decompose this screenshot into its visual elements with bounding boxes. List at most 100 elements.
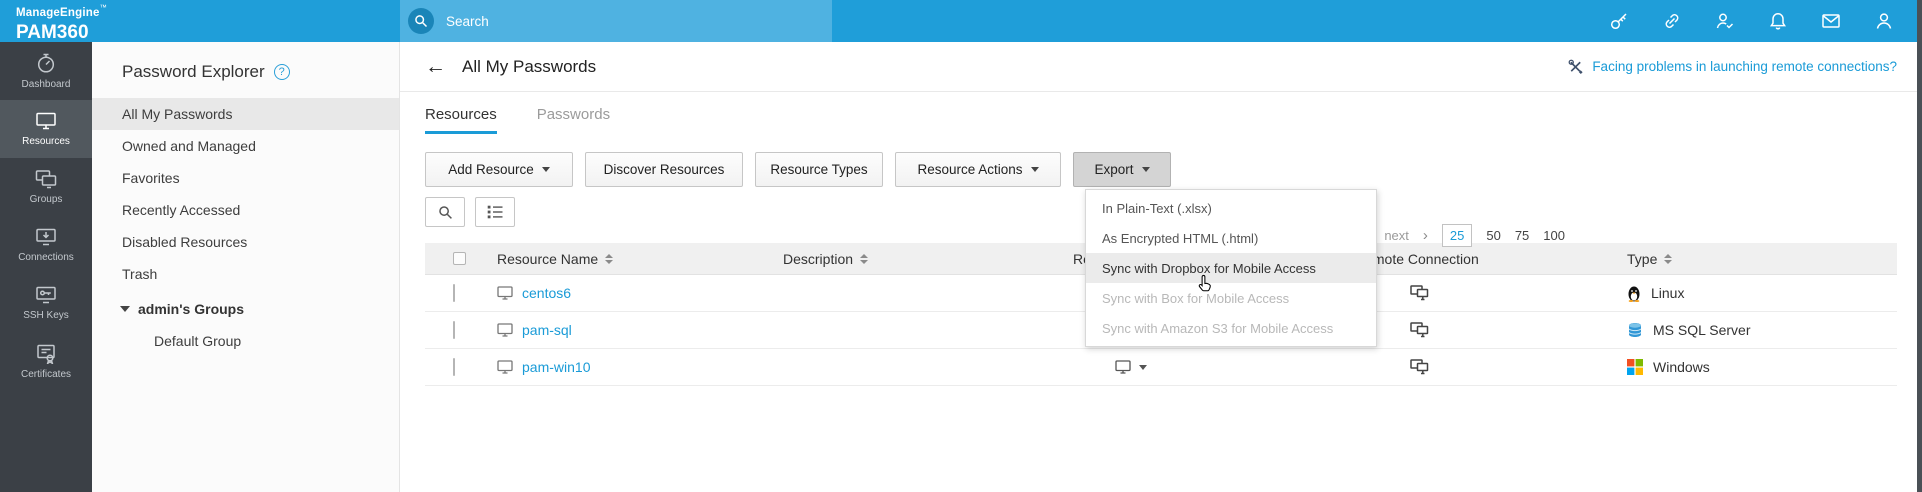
explorer-item-disabled-resources[interactable]: Disabled Resources: [92, 226, 399, 258]
monitor-icon: [497, 286, 513, 300]
topbar: ManageEngine™ PAM360 Search: [0, 0, 1922, 42]
tab-bar: Resources Passwords: [425, 106, 1897, 134]
global-search-input[interactable]: Search: [400, 0, 832, 42]
gauge-icon: [35, 52, 57, 74]
remote-connection-cell: [1355, 285, 1605, 301]
row-checkbox[interactable]: [453, 358, 455, 376]
sidebar-item-ssh-keys[interactable]: SSH Keys: [0, 274, 92, 332]
sort-arrows-icon[interactable]: [605, 254, 613, 264]
resource-name-cell: pam-win10: [483, 359, 775, 375]
page-size-50[interactable]: 50: [1486, 228, 1500, 243]
sort-arrows-icon[interactable]: [1664, 254, 1672, 264]
sidebar-item-groups[interactable]: Groups: [0, 158, 92, 216]
chevron-down-icon[interactable]: [1139, 365, 1147, 370]
resource-link[interactable]: pam-win10: [522, 359, 590, 375]
resource-types-button[interactable]: Resource Types: [755, 152, 883, 187]
resource-types-label: Resource Types: [770, 162, 867, 177]
remote-connection-icon[interactable]: [1410, 322, 1429, 338]
explorer-group-label: admin's Groups: [138, 301, 244, 317]
remote-connection-icon[interactable]: [1410, 285, 1429, 301]
sidebar-item-certificates[interactable]: Certificates: [0, 332, 92, 390]
type-label: MS SQL Server: [1653, 322, 1751, 338]
select-all-cell: [425, 252, 483, 265]
sidebar-item-dashboard[interactable]: Dashboard: [0, 42, 92, 100]
tab-resources[interactable]: Resources: [425, 106, 497, 134]
scrollbar[interactable]: [1917, 0, 1922, 492]
explorer-group-admins-groups[interactable]: admin's Groups: [92, 290, 399, 325]
select-all-checkbox[interactable]: [453, 252, 466, 265]
menu-item-sync-dropbox[interactable]: Sync with Dropbox for Mobile Access: [1086, 253, 1376, 283]
header-type[interactable]: Type: [1605, 251, 1897, 267]
resource-link[interactable]: centos6: [522, 285, 571, 301]
content: Resources Passwords Add Resource Discove…: [400, 92, 1922, 386]
type-cell: MS SQL Server: [1605, 322, 1897, 338]
export-dropdown-menu: In Plain-Text (.xlsx) As Encrypted HTML …: [1085, 189, 1377, 347]
next-chevron-icon[interactable]: ›: [1423, 227, 1428, 244]
header-description[interactable]: Description: [775, 251, 1071, 267]
menu-item-encrypted-html[interactable]: As Encrypted HTML (.html): [1086, 223, 1376, 253]
trademark: ™: [100, 5, 107, 12]
explorer-item-owned-and-managed[interactable]: Owned and Managed: [92, 130, 399, 162]
key-icon[interactable]: [1609, 11, 1629, 31]
chevron-down-icon: [1142, 167, 1150, 172]
remoteapp-monitor-icon[interactable]: [1115, 360, 1131, 374]
export-button[interactable]: Export: [1073, 152, 1171, 187]
monitor-icon: [497, 360, 513, 374]
bell-icon[interactable]: [1768, 11, 1788, 31]
sidebar-item-label: SSH Keys: [23, 310, 69, 321]
sidebar-item-connections[interactable]: Connections: [0, 216, 92, 274]
brand-logo[interactable]: ManageEngine™ PAM360: [16, 4, 107, 42]
explorer-item-trash[interactable]: Trash: [92, 258, 399, 290]
menu-item-plain-text-xlsx[interactable]: In Plain-Text (.xlsx): [1086, 193, 1376, 223]
remote-connection-icon[interactable]: [1410, 359, 1429, 375]
search-icon[interactable]: [408, 8, 434, 34]
help-icon[interactable]: ?: [274, 64, 290, 80]
discover-resources-label: Discover Resources: [604, 162, 725, 177]
remoteapp-cell: [1071, 360, 1355, 374]
sidebar-item-label: Certificates: [21, 369, 71, 380]
user-check-icon[interactable]: [1715, 11, 1735, 31]
header-label: Resource Name: [497, 251, 598, 267]
connection-monitor-icon: [35, 227, 57, 247]
row-checkbox[interactable]: [453, 321, 455, 339]
explorer-item-default-group[interactable]: Default Group: [92, 325, 399, 357]
mail-icon[interactable]: [1821, 11, 1841, 31]
discover-resources-button[interactable]: Discover Resources: [585, 152, 743, 187]
explorer-item-all-my-passwords[interactable]: All My Passwords: [92, 98, 399, 130]
header-resource-name[interactable]: Resource Name: [483, 251, 775, 267]
brand-product: PAM360: [16, 23, 107, 42]
link-icon[interactable]: [1662, 11, 1682, 31]
resource-link[interactable]: pam-sql: [522, 322, 572, 338]
expand-triangle-icon: [120, 306, 130, 312]
list-icon: [487, 205, 503, 219]
menu-item-sync-box: Sync with Box for Mobile Access: [1086, 283, 1376, 313]
help-link-label: Facing problems in launching remote conn…: [1592, 59, 1897, 74]
brand-company: ManageEngine: [16, 7, 100, 19]
type-label: Windows: [1653, 359, 1710, 375]
user-profile-icon[interactable]: [1874, 11, 1894, 31]
toolbar: Add Resource Discover Resources Resource…: [425, 152, 1897, 187]
next-button[interactable]: next: [1384, 228, 1409, 243]
type-cell: Windows: [1605, 359, 1897, 375]
resource-actions-label: Resource Actions: [917, 162, 1022, 177]
remote-connection-cell: [1355, 359, 1605, 375]
resource-actions-button[interactable]: Resource Actions: [895, 152, 1061, 187]
column-list-button[interactable]: [475, 197, 515, 227]
back-arrow-icon[interactable]: ←: [425, 56, 446, 77]
table-search-button[interactable]: [425, 197, 465, 227]
page-size-100[interactable]: 100: [1543, 228, 1565, 243]
explorer-item-favorites[interactable]: Favorites: [92, 162, 399, 194]
explorer-item-recently-accessed[interactable]: Recently Accessed: [92, 194, 399, 226]
sort-arrows-icon[interactable]: [860, 254, 868, 264]
row-checkbox[interactable]: [453, 284, 455, 302]
add-resource-button[interactable]: Add Resource: [425, 152, 573, 187]
remote-connection-help-link[interactable]: Facing problems in launching remote conn…: [1567, 58, 1897, 75]
page-size-75[interactable]: 75: [1515, 228, 1529, 243]
page-size-25[interactable]: 25: [1442, 224, 1472, 247]
sidebar-item-resources[interactable]: Resources: [0, 100, 92, 158]
type-label: Linux: [1651, 285, 1684, 301]
add-resource-label: Add Resource: [448, 162, 534, 177]
resource-name-cell: centos6: [483, 285, 775, 301]
tab-passwords[interactable]: Passwords: [537, 106, 610, 134]
header-remote-connection: Remote Connection: [1355, 251, 1605, 267]
